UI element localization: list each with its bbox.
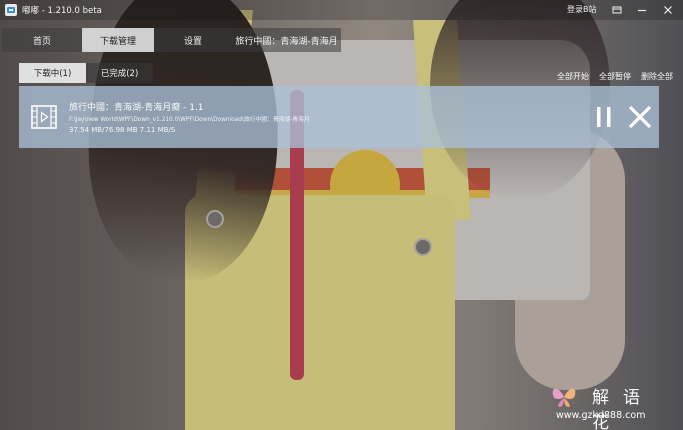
butterfly-logo-icon [552, 388, 576, 407]
login-link[interactable]: 登录B站 [567, 4, 597, 15]
watermark-text: 解语花 [592, 388, 654, 430]
delete-all-button[interactable]: 删除全部 [641, 71, 673, 82]
download-item[interactable]: 旅行中國：青海湖-青海月癡 - 1.1 F:\Jay\new World\WPF… [19, 86, 659, 148]
main-tab-bar: 首页 下载管理 设置 旅行中國：青海湖-青海月 [2, 28, 341, 52]
video-file-icon [31, 105, 57, 129]
tab-home[interactable]: 首页 [2, 28, 82, 52]
minimize-button[interactable] [629, 0, 655, 20]
tab-video-page[interactable]: 旅行中國：青海湖-青海月 [232, 28, 341, 52]
tab-completed[interactable]: 已完成(2) [86, 63, 153, 83]
start-all-button[interactable]: 全部开始 [557, 71, 589, 82]
skin-button[interactable] [604, 0, 630, 20]
bulk-actions: 全部开始 全部暂停 删除全部 [557, 71, 673, 82]
pause-icon[interactable] [593, 104, 617, 130]
watermark: 解语花 www.gzkd888.com [548, 380, 678, 430]
window-title: 嘟嘟 - 1.210.0 beta [22, 6, 102, 16]
skin-icon [612, 6, 622, 14]
download-path: F:\Jay\new World\WPF\Down_v1.210.0\WPF\D… [69, 117, 310, 123]
download-progress-text: 37.54 MB/76.98 MB 7.11 MB/S [69, 126, 176, 134]
close-window-button[interactable] [655, 0, 681, 20]
download-title: 旅行中國：青海湖-青海月癡 - 1.1 [69, 103, 204, 113]
pause-all-button[interactable]: 全部暂停 [599, 71, 631, 82]
app-logo-icon [5, 4, 17, 16]
tab-download-manager[interactable]: 下载管理 [82, 28, 154, 52]
watermark-url: www.gzkd888.com [556, 410, 646, 421]
close-icon [664, 6, 672, 14]
minimize-icon [638, 9, 646, 12]
tab-settings[interactable]: 设置 [154, 28, 232, 52]
cancel-icon[interactable] [627, 104, 653, 130]
tab-downloading[interactable]: 下载中(1) [19, 63, 86, 83]
download-sub-tabs: 下载中(1) 已完成(2) [19, 63, 153, 83]
